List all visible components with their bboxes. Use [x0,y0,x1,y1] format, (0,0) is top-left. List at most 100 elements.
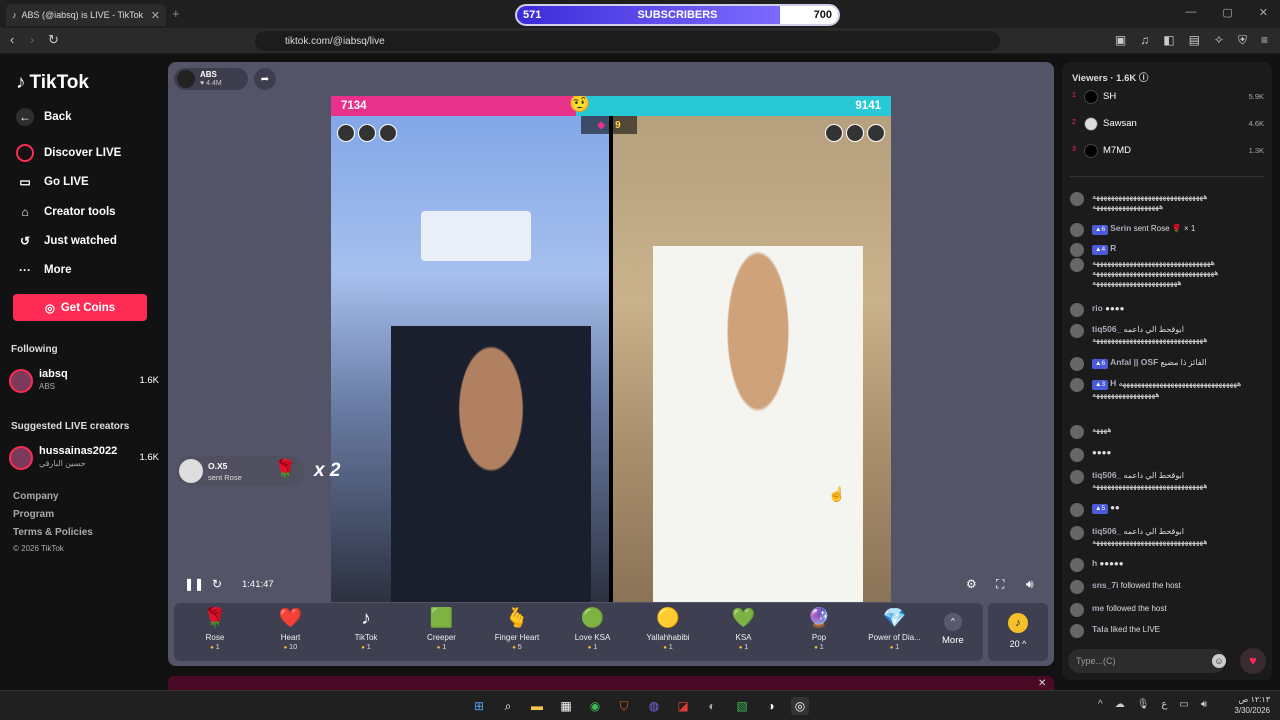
browser-tab[interactable]: ♪ ABS (@iabsq) is LIVE - TikTok ✕ [6,4,166,26]
nav-just-watched[interactable]: ↺ Just watched [16,232,117,250]
viewer-row[interactable]: 1 SH 5.9K [1072,88,1264,108]
shield-icon[interactable]: ⛨ [1238,33,1247,48]
gift-item[interactable]: 🔮 Pop1 [781,607,857,659]
gift-item[interactable]: 🟡 Yallahhabibi1 [630,607,706,659]
new-tab-button[interactable]: + [172,6,180,21]
chat-message[interactable]: Tala liked the LIVE [1070,624,1266,638]
chat-input[interactable]: Type...(C) [1068,649,1226,673]
file-explorer-icon[interactable]: ▬ [528,697,546,715]
wallet-icon[interactable]: ▤ [1189,33,1200,48]
tray-mic-icon[interactable]: 🎙︎ [1137,699,1150,710]
store-icon[interactable]: ▦ [557,697,575,715]
obs-icon[interactable]: ◎ [791,697,809,715]
app-icon[interactable]: ◪ [674,697,692,715]
chat-message[interactable]: ▲6 Serin sent Rose 🌹 × 1 [1070,223,1266,237]
chat-message[interactable]: ههههه [1070,425,1266,439]
windows-start-icon[interactable]: ⊞ [470,697,488,715]
emoji-icon[interactable]: ☺ [1212,654,1226,668]
viewer-row[interactable]: 2 Sawsan 4.6K [1072,115,1264,135]
chat-message[interactable]: ▲5 ●● [1070,503,1266,517]
steam-icon[interactable]: ◐ [703,697,721,715]
chat-username[interactable]: me [1092,603,1104,613]
tray-volume-icon[interactable]: 🔊︎ [1201,699,1207,710]
tray-network-icon[interactable]: ▭ [1179,699,1188,710]
chrome-icon[interactable]: ◉ [586,697,604,715]
following-creator[interactable]: iabsq ABS 1.6K [9,367,159,397]
nav-creator-tools[interactable]: ⌂ Creator tools [16,203,115,221]
chat-message[interactable]: ▲4 R [1070,243,1266,257]
chat-message[interactable]: tiq506_ ابوقحط الي داعمه ههههههههههههههه… [1070,526,1266,547]
chat-username[interactable]: H [1110,378,1116,388]
sidebar-icon[interactable]: ◧ [1163,33,1174,48]
refresh-icon[interactable]: ↻ [212,577,222,591]
footer-program-link[interactable]: Program [13,509,54,520]
tray-cloud-icon[interactable]: ☁ [1115,699,1125,710]
volume-icon[interactable]: 🔊︎ [1026,577,1034,592]
music-icon[interactable]: ♫ [1140,33,1149,48]
share-icon[interactable]: ➦ [254,68,276,90]
brave-icon[interactable]: ⛉ [615,697,633,715]
chat-username[interactable]: R [1110,243,1116,253]
nav-go-live[interactable]: ▭ Go LIVE [16,173,88,191]
more-gifts-button[interactable]: ^ More [942,613,964,646]
gift-item[interactable]: ❤️ Heart10 [253,607,329,659]
like-heart-button[interactable]: ♥ [1240,648,1266,674]
tray-chevron-icon[interactable]: ^ [1098,699,1103,710]
screenshot-icon[interactable]: ▣ [1115,33,1126,48]
footer-terms-link[interactable]: Terms & Policies [13,527,93,538]
chat-message[interactable]: me followed the host [1070,603,1266,617]
footer-company-link[interactable]: Company [13,491,59,502]
github-icon[interactable]: ◑ [762,697,780,715]
clock[interactable]: ١٢:١٣ ص 3/30/2026 [1234,694,1270,716]
gift-item[interactable]: 🟢 Love KSA1 [555,607,631,659]
chat-message[interactable]: rio ●●●● [1070,303,1266,317]
excel-icon[interactable]: ▧ [733,697,751,715]
fullscreen-icon[interactable]: ⛶ [996,577,1004,592]
chat-message[interactable]: sns_7i followed the host [1070,580,1266,594]
viewer-row[interactable]: 3 M7MD 1.3K [1072,142,1264,162]
chat-message[interactable]: ههههههههههههههههههههههههههههههههه هههههه… [1070,258,1266,288]
tiktok-logo[interactable]: ♪ TikTok [16,72,89,94]
gift-item[interactable]: 💎 Power of Dia...1 [857,607,933,659]
info-icon[interactable]: ⓘ [1139,73,1149,84]
chat-message[interactable]: ●●●● [1070,448,1266,462]
chat-username[interactable]: tiq506_ [1092,526,1121,536]
chat-username[interactable]: Serin [1110,223,1131,233]
settings-icon[interactable]: ⚙ [966,577,977,591]
chat-message[interactable]: ▲3 H ههههههههههههههههههههههههههههههههه هه… [1070,378,1266,400]
tray-language-icon[interactable]: ع [1161,699,1167,710]
chat-message[interactable]: h ●●●●● [1070,558,1266,572]
gift-item[interactable]: ♪ TikTok1 [328,607,404,659]
chat-username[interactable]: rio [1092,303,1103,313]
banner-close-icon[interactable]: ✕ [1038,678,1046,689]
get-coins-button[interactable]: ◎ Get Coins [13,294,147,321]
tab-close-icon[interactable]: ✕ [151,9,160,22]
back-nav-icon[interactable]: ‹ [10,32,14,47]
chat-message[interactable]: tiq506_ ابوقحط الي داعمه ههههههههههههههه… [1070,324,1266,345]
ai-icon[interactable]: ✧ [1214,33,1224,48]
right-supporters[interactable] [825,124,885,142]
menu-icon[interactable]: ≡ [1261,33,1268,48]
nav-more[interactable]: ··· More [16,261,71,279]
chat-message[interactable]: ههههههههههههههههههههههههههههههه هههههههه… [1070,192,1266,212]
battle-video[interactable]: 7134 9141 🤨 ◆ 9 [331,96,891,602]
left-supporters[interactable] [337,124,397,142]
window-close-icon[interactable]: ✕ [1259,6,1268,19]
chat-username[interactable]: tiq506_ [1092,324,1121,334]
suggested-creator[interactable]: hussainas2022 حسين البارقي 1.6K [9,444,159,474]
minimize-icon[interactable]: — [1185,6,1196,19]
chat-message[interactable]: ▲6 Anfal || OSF الفائز ذا مضيع [1070,357,1266,371]
maximize-icon[interactable]: ▢ [1222,6,1232,19]
coin-balance-button[interactable]: ♪ 20 ^ [988,603,1048,661]
chat-username[interactable]: tiq506_ [1092,470,1121,480]
chat-username[interactable]: Tala [1092,624,1108,634]
chat-message[interactable]: tiq506_ ابوقحط الي داعمه ههههههههههههههه… [1070,470,1266,491]
gift-item[interactable]: 🌹 Rose1 [177,607,253,659]
host-info[interactable]: ABS ♥ 4.4M [174,68,248,90]
forward-nav-icon[interactable]: › [30,32,34,47]
gift-item[interactable]: 💚 KSA1 [706,607,782,659]
reload-icon[interactable]: ↻ [48,32,59,48]
chat-username[interactable]: h [1092,558,1097,568]
chat-username[interactable]: sns_7i [1092,580,1118,590]
url-input[interactable]: tiktok.com/@iabsq/live [255,31,1000,51]
